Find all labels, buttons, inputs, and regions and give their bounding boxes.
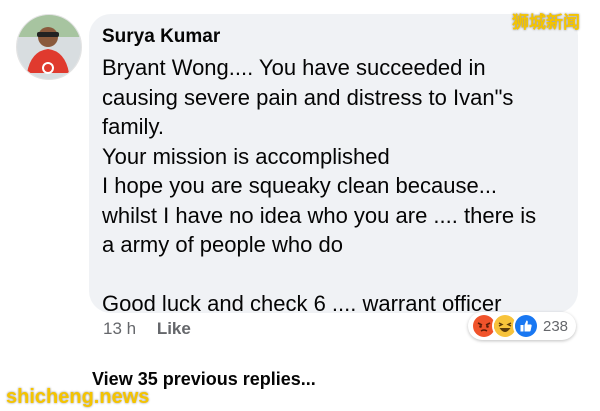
comment-line: a army of people who do [102, 232, 343, 257]
comment-text: Bryant Wong.... You have succeeded in ca… [102, 53, 572, 319]
comment-actions: 13 h Like [103, 319, 191, 339]
watermark-top-right: 狮城新闻 [512, 13, 580, 33]
like-button[interactable]: Like [157, 319, 191, 338]
avatar-image [17, 15, 81, 79]
comment-line: causing severe pain and distress to Ivan… [102, 84, 514, 110]
comment-timestamp[interactable]: 13 h [103, 319, 136, 338]
comment-line: family. [102, 114, 164, 139]
comment-line-blank [102, 260, 572, 290]
watermark-bottom-left: shicheng.news [6, 386, 150, 408]
comment-line: I hope you are squeaky clean because... [102, 173, 498, 198]
reactions-summary[interactable]: 238 [468, 312, 577, 340]
like-thumb-icon [513, 313, 539, 339]
comment-line: Bryant Wong.... You have succeeded in [102, 55, 486, 80]
avatar[interactable] [16, 14, 82, 80]
comment-line: whilst I have no idea who you are .... t… [102, 202, 537, 228]
comment-author[interactable]: Surya Kumar [102, 26, 220, 48]
facebook-comment-thread: Surya Kumar Bryant Wong.... You have suc… [0, 0, 600, 411]
reactions-count: 238 [543, 317, 569, 335]
comment-line: Your mission is accomplished [102, 143, 390, 169]
